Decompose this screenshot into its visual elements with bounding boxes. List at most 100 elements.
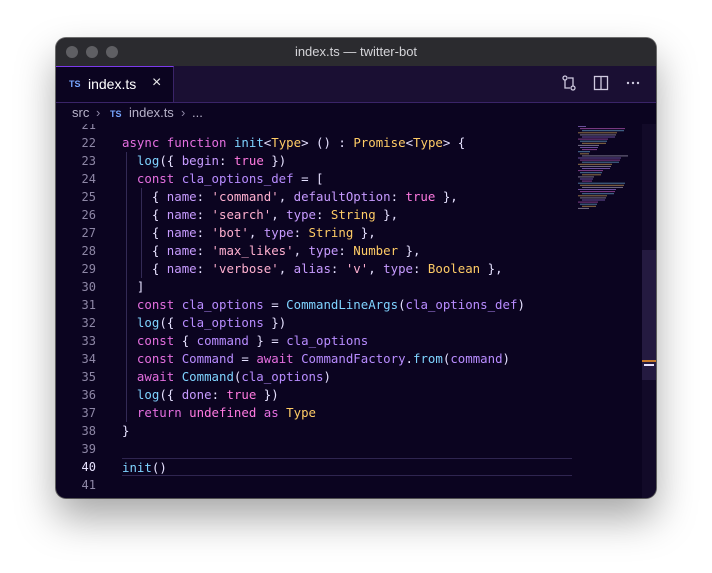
line-number: 24 bbox=[81, 172, 96, 186]
minimap-line bbox=[582, 168, 610, 169]
minimap-line bbox=[578, 163, 612, 165]
minimap-line bbox=[578, 138, 608, 140]
line-number: 21 bbox=[81, 124, 96, 132]
code-line[interactable] bbox=[122, 124, 572, 134]
minimap-line bbox=[582, 149, 597, 151]
minimap-line bbox=[582, 199, 605, 201]
line-number: 28 bbox=[81, 244, 96, 258]
code-line[interactable]: { name: 'verbose', alias: 'v', type: Boo… bbox=[122, 260, 572, 278]
minimize-window-button[interactable] bbox=[86, 46, 98, 58]
code-editor[interactable]: 21 22 23 24 25 26 27 28 29 30 31 32 33 3… bbox=[56, 124, 656, 498]
code-line[interactable]: const cla_options_def = [ bbox=[122, 170, 572, 188]
minimap-line bbox=[582, 193, 614, 195]
editor-actions bbox=[560, 74, 642, 92]
line-number: 30 bbox=[81, 280, 96, 294]
breadcrumb-more[interactable]: ... bbox=[192, 102, 203, 124]
maximize-window-button[interactable] bbox=[106, 46, 118, 58]
split-editor-icon[interactable] bbox=[592, 74, 610, 92]
minimap-line bbox=[580, 134, 616, 136]
line-number: 36 bbox=[81, 388, 96, 402]
minimap-line bbox=[578, 151, 590, 153]
minimap-line bbox=[578, 144, 599, 146]
git-compare-icon[interactable] bbox=[560, 74, 578, 92]
chevron-right-icon: › bbox=[181, 105, 186, 120]
minimap-line bbox=[582, 180, 592, 182]
line-number: 35 bbox=[81, 370, 96, 384]
line-number: 22 bbox=[81, 136, 96, 150]
minimap-line bbox=[578, 126, 586, 127]
tab-bar: TS index.ts × bbox=[56, 66, 656, 103]
line-number: 25 bbox=[81, 190, 96, 204]
minimap-line bbox=[580, 191, 615, 193]
tab-label: index.ts bbox=[88, 76, 137, 92]
minimap-line bbox=[580, 184, 624, 186]
indent-guide bbox=[141, 188, 142, 278]
minimap-line bbox=[578, 132, 617, 134]
code-line[interactable]: await Command(cla_options) bbox=[122, 368, 572, 386]
line-number-active: 40 bbox=[81, 460, 96, 474]
minimap-line bbox=[578, 195, 607, 197]
minimap[interactable] bbox=[576, 124, 638, 224]
code-line[interactable]: } bbox=[122, 422, 572, 440]
code-line[interactable]: async function init<Type> () : Promise<T… bbox=[122, 134, 572, 152]
code-line[interactable]: ] bbox=[122, 278, 572, 296]
line-number: 37 bbox=[81, 406, 96, 420]
breadcrumb: src › TS index.ts › ... bbox=[56, 102, 656, 124]
code-line[interactable]: return undefined as Type bbox=[122, 404, 572, 422]
code-line[interactable]: log({ done: true }) bbox=[122, 386, 572, 404]
code-line[interactable]: { name: 'search', type: String }, bbox=[122, 206, 572, 224]
minimap-line bbox=[582, 174, 601, 176]
chevron-right-icon: › bbox=[96, 105, 101, 120]
minimap-line bbox=[580, 178, 593, 180]
code-line[interactable] bbox=[122, 440, 572, 458]
code-line[interactable]: log({ begin: true }) bbox=[122, 152, 572, 170]
line-number: 41 bbox=[81, 478, 96, 492]
line-number: 31 bbox=[81, 298, 96, 312]
code-line[interactable]: { name: 'max_likes', type: Number }, bbox=[122, 242, 572, 260]
code-line[interactable]: const { command } = cla_options bbox=[122, 332, 572, 350]
line-number: 23 bbox=[81, 154, 96, 168]
code-line[interactable]: { name: 'command', defaultOption: true }… bbox=[122, 188, 572, 206]
window-controls bbox=[66, 46, 118, 58]
code-line[interactable]: { name: 'bot', type: String }, bbox=[122, 224, 572, 242]
line-number: 26 bbox=[81, 208, 96, 222]
ellipsis-icon[interactable] bbox=[624, 74, 642, 92]
scrollbar-cursor-marker bbox=[644, 364, 654, 366]
minimap-line bbox=[578, 176, 594, 178]
minimap-line bbox=[578, 170, 603, 172]
minimap-line bbox=[580, 128, 625, 130]
editor-window: index.ts — twitter-bot TS index.ts × src… bbox=[56, 38, 656, 498]
typescript-icon: TS bbox=[110, 109, 122, 119]
code-content[interactable]: async function init<Type> () : Promise<T… bbox=[122, 124, 572, 494]
code-line[interactable] bbox=[122, 476, 572, 494]
minimap-line bbox=[580, 172, 602, 174]
minimap-line bbox=[582, 130, 624, 132]
breadcrumb-file[interactable]: index.ts bbox=[129, 102, 174, 124]
minimap-line bbox=[578, 207, 589, 209]
minimap-line bbox=[580, 203, 597, 205]
code-line[interactable]: log({ cla_options }) bbox=[122, 314, 572, 332]
minimap-line bbox=[580, 159, 620, 161]
minimap-line bbox=[578, 182, 625, 184]
minimap-line bbox=[580, 165, 611, 167]
minimap-line bbox=[578, 201, 598, 203]
minimap-line bbox=[580, 140, 607, 142]
code-line[interactable]: const cla_options = CommandLineArgs(cla_… bbox=[122, 296, 572, 314]
typescript-icon: TS bbox=[69, 79, 81, 89]
line-number: 32 bbox=[81, 316, 96, 330]
code-line[interactable]: const Command = await CommandFactory.fro… bbox=[122, 350, 572, 368]
scrollbar-marker bbox=[642, 360, 656, 362]
line-number: 33 bbox=[81, 334, 96, 348]
minimap-line bbox=[578, 157, 621, 159]
close-window-button[interactable] bbox=[66, 46, 78, 58]
minimap-line bbox=[582, 205, 596, 207]
line-number: 38 bbox=[81, 424, 96, 438]
minimap-line bbox=[582, 155, 628, 157]
close-icon[interactable]: × bbox=[152, 74, 161, 92]
breadcrumb-folder[interactable]: src bbox=[72, 102, 89, 124]
window-title: index.ts — twitter-bot bbox=[294, 44, 418, 59]
minimap-line bbox=[582, 161, 619, 163]
code-line[interactable]: init() bbox=[122, 458, 572, 476]
tab-index-ts[interactable]: TS index.ts × bbox=[56, 66, 174, 102]
line-number-gutter: 21 22 23 24 25 26 27 28 29 30 31 32 33 3… bbox=[56, 124, 96, 494]
